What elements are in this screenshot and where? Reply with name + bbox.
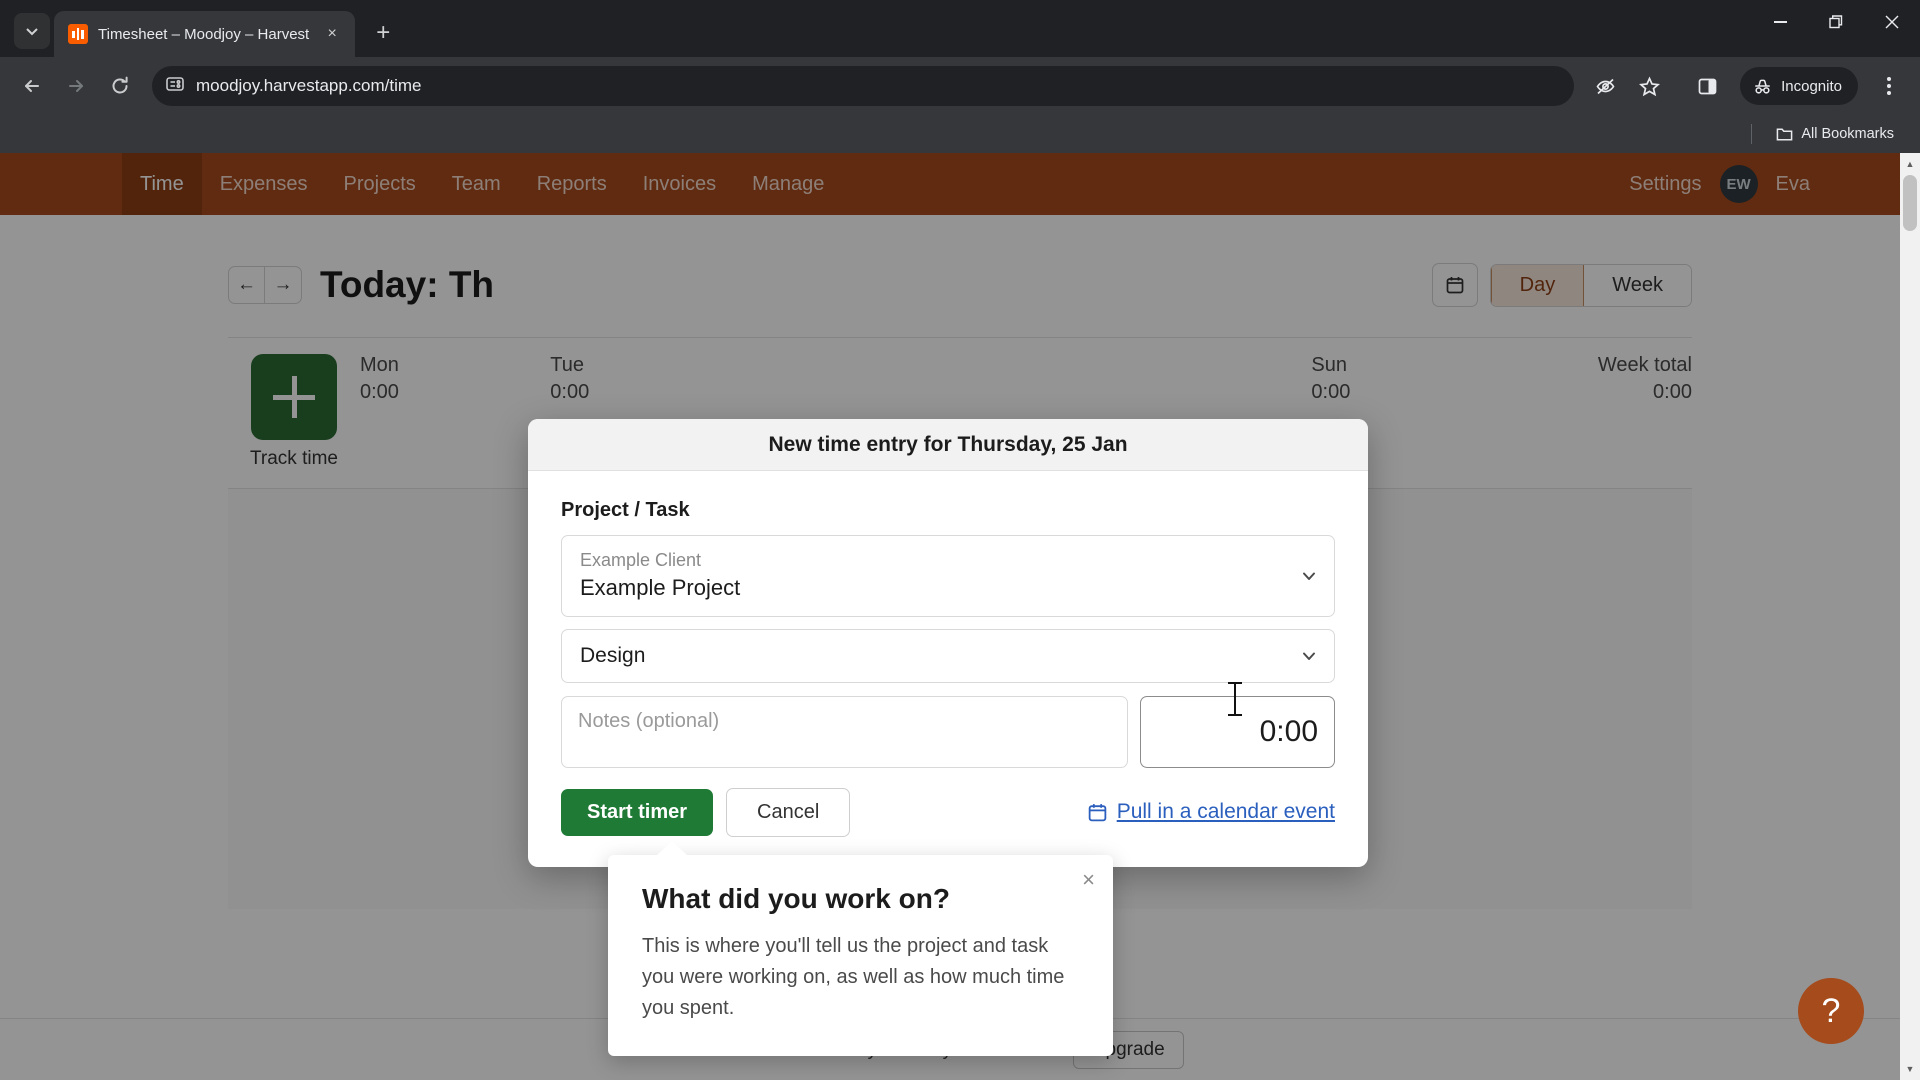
- tab-title: Timesheet – Moodjoy – Harvest: [98, 25, 310, 43]
- address-bar[interactable]: moodjoy.harvestapp.com/time: [152, 66, 1575, 106]
- url-text: moodjoy.harvestapp.com/time: [196, 76, 422, 95]
- incognito-indicator[interactable]: Incognito: [1740, 67, 1858, 105]
- reload-icon[interactable]: [100, 66, 140, 106]
- project-task-label: Project / Task: [561, 499, 690, 521]
- dialog-title: New time entry for Thursday, 25 Jan: [768, 432, 1128, 456]
- browser-tab[interactable]: Timesheet – Moodjoy – Harvest ×: [54, 11, 356, 57]
- dialog-actions: Start timer Cancel Pull in a calendar ev…: [561, 787, 1335, 837]
- tab-search-button[interactable]: [14, 13, 50, 49]
- minimize-icon[interactable]: [1752, 0, 1808, 44]
- page-info-icon[interactable]: [166, 75, 184, 98]
- dialog-body: Project / Task Example Client Example Pr…: [528, 471, 1368, 867]
- project-client-name: Example Client: [580, 550, 702, 570]
- onboarding-tooltip: × What did you work on? This is where yo…: [608, 841, 1113, 1056]
- chevron-down-icon: [1300, 647, 1318, 665]
- side-panel-icon[interactable]: [1688, 67, 1726, 105]
- notes-input[interactable]: [561, 695, 1128, 768]
- new-tab-button[interactable]: +: [365, 15, 401, 51]
- all-bookmarks-button[interactable]: All Bookmarks: [1768, 122, 1902, 147]
- task-select[interactable]: Design: [561, 628, 1335, 683]
- kebab-menu-icon[interactable]: [1870, 67, 1908, 105]
- tooltip-title: What did you work on?: [642, 883, 950, 914]
- eye-off-icon[interactable]: [1586, 67, 1624, 105]
- cancel-button[interactable]: Cancel: [726, 787, 851, 837]
- page-scrollbar[interactable]: ▲ ▼: [1900, 153, 1920, 1080]
- bookmarks-bar: All Bookmarks: [0, 115, 1920, 153]
- dialog-header: New time entry for Thursday, 25 Jan: [528, 419, 1368, 471]
- scrollbar-thumb[interactable]: [1903, 175, 1917, 231]
- chevron-down-icon: [1300, 567, 1318, 585]
- help-button[interactable]: ?: [1798, 978, 1864, 1044]
- back-arrow-icon[interactable]: [12, 66, 52, 106]
- maximize-icon[interactable]: [1808, 0, 1864, 44]
- page-viewport: Time Expenses Projects Team Reports Invo…: [0, 153, 1920, 1080]
- all-bookmarks-label: All Bookmarks: [1801, 126, 1894, 142]
- close-icon[interactable]: [1864, 0, 1920, 44]
- harvest-icon: [68, 24, 88, 44]
- project-name: Example Project: [580, 575, 741, 601]
- notes-and-time-row: [561, 695, 1335, 768]
- project-select[interactable]: Example Client Example Project: [561, 535, 1335, 617]
- incognito-icon: [1755, 79, 1771, 94]
- window-controls: [1752, 0, 1920, 44]
- tab-strip: Timesheet – Moodjoy – Harvest × +: [0, 0, 1920, 57]
- divider: [1751, 124, 1753, 144]
- folder-icon: [1776, 128, 1793, 140]
- text-cursor: [1228, 682, 1242, 716]
- task-name: Design: [580, 643, 646, 667]
- toolbar-icons: Incognito: [1586, 67, 1908, 105]
- browser-window: Timesheet – Moodjoy – Harvest × + moodjo…: [0, 0, 1920, 1080]
- tooltip-body: This is where you'll tell us the project…: [642, 935, 1065, 1019]
- forward-arrow-icon[interactable]: [56, 66, 96, 106]
- scroll-up-arrow[interactable]: ▲: [1900, 153, 1920, 175]
- bookmark-star-icon[interactable]: [1630, 67, 1668, 105]
- close-icon[interactable]: ×: [319, 21, 345, 47]
- scroll-down-arrow[interactable]: ▼: [1900, 1058, 1920, 1080]
- close-icon[interactable]: ×: [1082, 869, 1095, 891]
- start-timer-button[interactable]: Start timer: [561, 788, 714, 836]
- browser-toolbar: moodjoy.harvestapp.com/time Incognito: [0, 57, 1920, 115]
- pull-calendar-event-link[interactable]: Pull in a calendar event: [1087, 800, 1335, 824]
- incognito-label: Incognito: [1781, 77, 1842, 95]
- pull-calendar-event-label: Pull in a calendar event: [1116, 800, 1335, 824]
- new-time-entry-dialog: New time entry for Thursday, 25 Jan Proj…: [528, 419, 1368, 867]
- calendar-icon: [1088, 803, 1106, 822]
